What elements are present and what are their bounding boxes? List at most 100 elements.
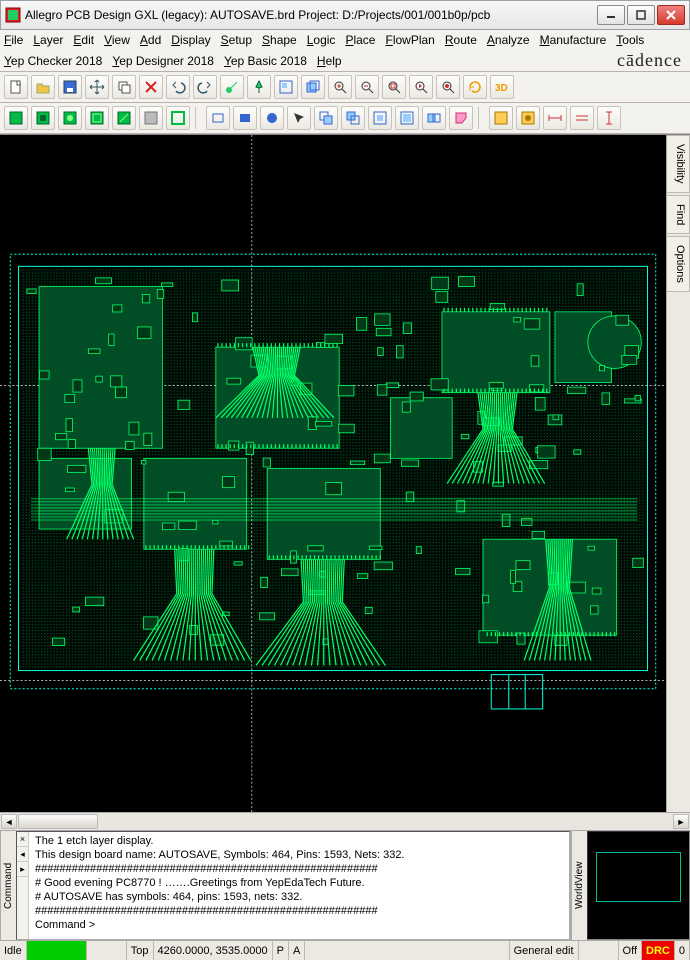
window-title: Allegro PCB Design GXL (legacy): AUTOSAV… xyxy=(25,8,597,22)
layer-copy-button[interactable] xyxy=(31,106,55,130)
status-edit-mode[interactable]: General edit xyxy=(510,941,579,960)
zoom-out-button[interactable] xyxy=(355,75,379,99)
cmd-nav-up[interactable]: × xyxy=(17,832,28,847)
menu-yep-checker-2018[interactable]: Yep Checker 2018 xyxy=(4,53,102,69)
canvas-hscrollbar[interactable]: ◄ ► xyxy=(0,812,690,830)
menu-logic[interactable]: Logic xyxy=(307,32,336,48)
sel-overlap-b-button[interactable] xyxy=(341,106,365,130)
sel-in-button[interactable] xyxy=(368,106,392,130)
window-area-button[interactable] xyxy=(274,75,298,99)
menu-flowplan[interactable]: FlowPlan xyxy=(385,32,434,48)
worldview-outline xyxy=(596,852,681,902)
command-line: # AUTOSAVE has symbols: 464, pins: 1593,… xyxy=(35,890,565,904)
zoom-prev-button[interactable] xyxy=(409,75,433,99)
zoom-in-button[interactable] xyxy=(328,75,352,99)
sel-arrow-button[interactable] xyxy=(287,106,311,130)
bottom-panel: Command × ◂ ▸ The 1 etch layer display.T… xyxy=(0,830,690,940)
window-titlebar: Allegro PCB Design GXL (legacy): AUTOSAV… xyxy=(0,0,690,30)
sel-touch-button[interactable] xyxy=(422,106,446,130)
cmd-nav-right[interactable]: ▸ xyxy=(17,862,28,877)
rect-fill-button[interactable] xyxy=(233,106,257,130)
dim-hh-button[interactable] xyxy=(570,106,594,130)
window-stack-button[interactable] xyxy=(301,75,325,99)
scroll-left-button[interactable]: ◄ xyxy=(1,814,17,829)
menu-help[interactable]: Help xyxy=(317,53,342,69)
zoom-world-button[interactable] xyxy=(436,75,460,99)
menu-place[interactable]: Place xyxy=(345,32,375,48)
status-flag-p[interactable]: P xyxy=(273,941,289,960)
circle-button[interactable] xyxy=(260,106,284,130)
layer-outline-button[interactable] xyxy=(166,106,190,130)
menu-route[interactable]: Route xyxy=(445,32,477,48)
dim-v-button[interactable] xyxy=(597,106,621,130)
menu-manufacture[interactable]: Manufacture xyxy=(540,32,607,48)
net-a-button[interactable] xyxy=(489,106,513,130)
copy-button[interactable] xyxy=(112,75,136,99)
status-mode: Idle xyxy=(0,941,27,960)
layer-etch-b-button[interactable] xyxy=(85,106,109,130)
minimize-button[interactable] xyxy=(597,5,625,25)
status-layer[interactable]: Top xyxy=(127,941,154,960)
status-coords: 4260.0000, 3535.0000 xyxy=(154,941,273,960)
refresh-button[interactable] xyxy=(463,75,487,99)
work-area: Visibility Find Options xyxy=(0,134,690,812)
menu-setup[interactable]: Setup xyxy=(221,32,252,48)
open-file-button[interactable] xyxy=(31,75,55,99)
pin-flag-button[interactable] xyxy=(247,75,271,99)
sel-overlap-a-button[interactable] xyxy=(314,106,338,130)
layer-gray-button[interactable] xyxy=(139,106,163,130)
status-drc-label[interactable]: DRC xyxy=(642,941,675,960)
label-flag-button[interactable] xyxy=(220,75,244,99)
command-panel-label: Command xyxy=(0,831,16,940)
scroll-thumb[interactable] xyxy=(18,814,98,829)
net-b-button[interactable] xyxy=(516,106,540,130)
toolbar-main: 3D xyxy=(0,72,690,103)
status-drc-count: 0 xyxy=(675,941,690,960)
menu-shape[interactable]: Shape xyxy=(262,32,297,48)
tab-options[interactable]: Options xyxy=(667,236,690,292)
toolbar-layers xyxy=(0,103,690,134)
rect-button[interactable] xyxy=(206,106,230,130)
move-xy-button[interactable] xyxy=(85,75,109,99)
save-button[interactable] xyxy=(58,75,82,99)
close-button[interactable] xyxy=(657,5,685,25)
menu-edit[interactable]: Edit xyxy=(73,32,94,48)
command-line: # Good evening PC8770 ! …….Greetings fro… xyxy=(35,876,565,890)
sel-out-button[interactable] xyxy=(395,106,419,130)
redo-button[interactable] xyxy=(193,75,217,99)
menu-display[interactable]: Display xyxy=(171,32,210,48)
tab-find[interactable]: Find xyxy=(667,195,690,234)
view-3d-button[interactable]: 3D xyxy=(490,75,514,99)
app-icon xyxy=(5,7,21,23)
dim-h-button[interactable] xyxy=(543,106,567,130)
menu-view[interactable]: View xyxy=(104,32,130,48)
pcb-canvas[interactable] xyxy=(0,135,666,812)
menu-layer[interactable]: Layer xyxy=(33,32,63,48)
menu-tools[interactable]: Tools xyxy=(616,32,644,48)
command-line: ########################################… xyxy=(35,904,565,918)
menu-file[interactable]: File xyxy=(4,32,23,48)
undo-button[interactable] xyxy=(166,75,190,99)
menu-yep-designer-2018[interactable]: Yep Designer 2018 xyxy=(112,53,214,69)
new-file-button[interactable] xyxy=(4,75,28,99)
status-flag-a[interactable]: A xyxy=(289,941,305,960)
menu-add[interactable]: Add xyxy=(140,32,161,48)
maximize-button[interactable] xyxy=(627,5,655,25)
svg-text:3D: 3D xyxy=(495,83,508,94)
status-drc-off[interactable]: Off xyxy=(619,941,642,960)
command-line: This design board name: AUTOSAVE, Symbol… xyxy=(35,848,565,862)
tab-visibility[interactable]: Visibility xyxy=(667,135,690,193)
menu-analyze[interactable]: Analyze xyxy=(487,32,530,48)
zoom-fit-button[interactable] xyxy=(382,75,406,99)
layer-etch-c-button[interactable] xyxy=(112,106,136,130)
layer-etch-a-button[interactable] xyxy=(58,106,82,130)
layer-on-button[interactable] xyxy=(4,106,28,130)
worldview-canvas[interactable] xyxy=(587,831,690,940)
delete-x-button[interactable] xyxy=(139,75,163,99)
menu-bar: File Layer Edit View Add Display Setup Shape Log… xyxy=(0,30,690,72)
cmd-nav-left[interactable]: ◂ xyxy=(17,847,28,862)
command-log[interactable]: × ◂ ▸ The 1 etch layer display.This desi… xyxy=(16,831,570,940)
scroll-right-button[interactable]: ► xyxy=(673,814,689,829)
menu-yep-basic-2018[interactable]: Yep Basic 2018 xyxy=(224,53,307,69)
sel-shape-button[interactable] xyxy=(449,106,473,130)
